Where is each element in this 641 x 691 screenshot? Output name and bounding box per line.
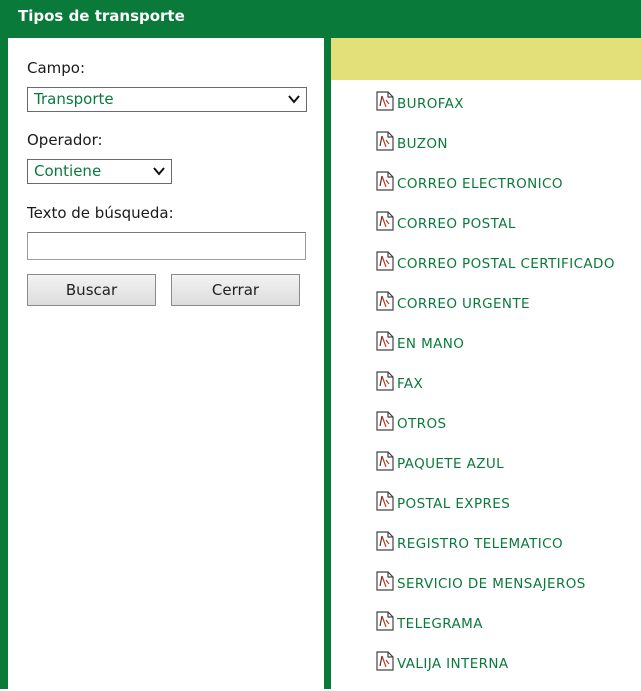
list-item[interactable]: SERVICIO DE MENSAJEROS — [375, 571, 615, 611]
document-icon — [376, 131, 394, 151]
results-panel: BUROFAX BUZON CORREO ELECTRONICO CORREO POS… — [331, 38, 641, 689]
document-icon — [376, 411, 394, 431]
list-item[interactable]: REGISTRO TELEMATICO — [375, 531, 615, 571]
list-item[interactable]: TELEGRAMA — [375, 611, 615, 651]
list-item-label[interactable]: VALIJA INTERNA — [397, 656, 509, 672]
document-icon — [376, 331, 394, 351]
list-item-label[interactable]: EN MANO — [397, 336, 464, 352]
list-item-label[interactable]: POSTAL EXPRES — [397, 496, 510, 512]
list-item-label[interactable]: REGISTRO TELEMATICO — [397, 536, 563, 552]
list-item[interactable]: EN MANO — [375, 331, 615, 371]
document-icon — [376, 451, 394, 471]
operador-select-value: Contiene — [34, 162, 102, 180]
cerrar-button[interactable]: Cerrar — [171, 274, 300, 306]
results-header-bar — [331, 38, 641, 80]
document-icon — [376, 571, 394, 591]
window-title: Tipos de transporte — [18, 7, 185, 25]
chevron-down-icon — [288, 95, 300, 104]
search-text-input[interactable] — [27, 232, 306, 260]
list-item[interactable]: BUZON — [375, 131, 615, 171]
list-item-label[interactable]: BUZON — [397, 136, 448, 152]
document-icon — [376, 211, 394, 231]
document-icon — [376, 611, 394, 631]
search-panel: Campo: Transporte Operador: Contiene Tex… — [8, 38, 324, 689]
list-item[interactable]: BUROFAX — [375, 91, 615, 131]
panel-divider — [324, 38, 331, 689]
list-item[interactable]: OTROS — [375, 411, 615, 451]
list-item[interactable]: CORREO URGENTE — [375, 291, 615, 331]
list-item-label[interactable]: CORREO ELECTRONICO — [397, 176, 563, 192]
results-list: BUROFAX BUZON CORREO ELECTRONICO CORREO POS… — [375, 91, 615, 691]
campo-select-value: Transporte — [34, 90, 114, 108]
list-item[interactable]: POSTAL EXPRES — [375, 491, 615, 531]
transport-types-window: Tipos de transporte Campo: Transporte Op… — [0, 0, 641, 689]
list-item-label[interactable]: OTROS — [397, 416, 446, 432]
list-item-label[interactable]: PAQUETE AZUL — [397, 456, 504, 472]
list-item[interactable]: PAQUETE AZUL — [375, 451, 615, 491]
operador-label: Operador: — [27, 131, 103, 149]
list-item-label[interactable]: TELEGRAMA — [397, 616, 483, 632]
list-item[interactable]: CORREO ELECTRONICO — [375, 171, 615, 211]
document-icon — [376, 651, 394, 671]
list-item-label[interactable]: CORREO POSTAL CERTIFICADO — [397, 256, 615, 272]
document-icon — [376, 531, 394, 551]
campo-select[interactable]: Transporte — [27, 87, 307, 112]
list-item[interactable]: FAX — [375, 371, 615, 411]
texto-label: Texto de búsqueda: — [27, 204, 174, 222]
list-item-label[interactable]: BUROFAX — [397, 96, 464, 112]
document-icon — [376, 291, 394, 311]
document-icon — [376, 91, 394, 111]
list-item-label[interactable]: FAX — [397, 376, 423, 392]
operador-select[interactable]: Contiene — [27, 159, 172, 184]
buscar-button[interactable]: Buscar — [27, 274, 156, 306]
chevron-down-icon — [153, 167, 165, 176]
campo-label: Campo: — [27, 59, 86, 77]
list-item-label[interactable]: CORREO URGENTE — [397, 296, 530, 312]
list-item-label[interactable]: SERVICIO DE MENSAJEROS — [397, 576, 586, 592]
document-icon — [376, 371, 394, 391]
list-item[interactable]: CORREO POSTAL — [375, 211, 615, 251]
list-item[interactable]: CORREO POSTAL CERTIFICADO — [375, 251, 615, 291]
list-item-label[interactable]: CORREO POSTAL — [397, 216, 516, 232]
list-item[interactable]: VALIJA INTERNA — [375, 651, 615, 691]
document-icon — [376, 171, 394, 191]
document-icon — [376, 251, 394, 271]
title-bar: Tipos de transporte — [8, 0, 641, 38]
document-icon — [376, 491, 394, 511]
